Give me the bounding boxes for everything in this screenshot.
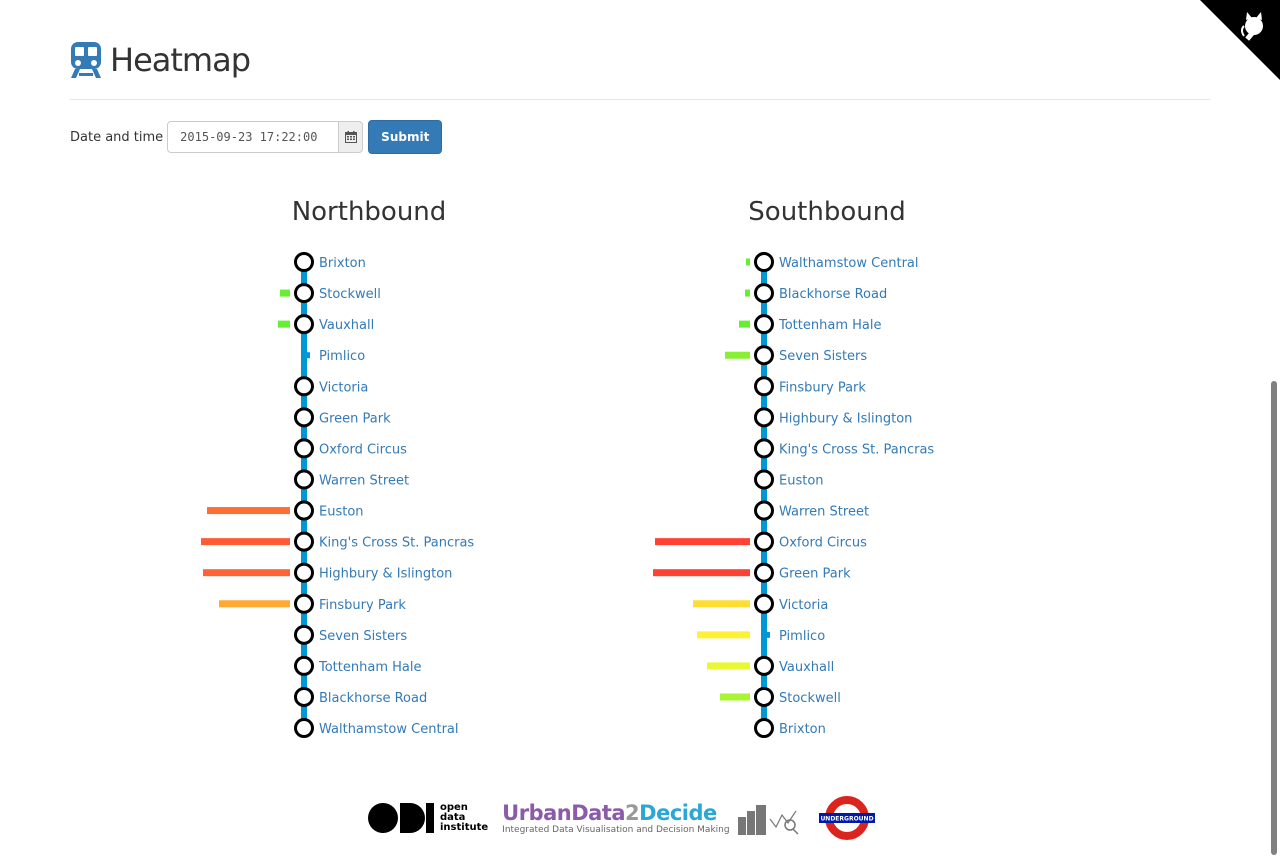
station-tick xyxy=(304,352,310,359)
station-label[interactable]: Warren Street xyxy=(319,473,409,488)
urbandata2decide-logo: UrbanData2Decide Integrated Data Visuali… xyxy=(502,801,729,835)
station-label[interactable]: Euston xyxy=(319,505,364,520)
station-label[interactable]: Victoria xyxy=(319,380,368,395)
station-label[interactable]: Vauxhall xyxy=(779,660,834,675)
heat-bar xyxy=(707,662,750,670)
station-label[interactable]: Brixton xyxy=(319,256,366,271)
station-marker xyxy=(294,531,314,552)
heat-bar xyxy=(278,320,290,328)
heat-bar xyxy=(280,289,290,297)
station-label[interactable]: Walthamstow Central xyxy=(779,256,919,271)
station-marker xyxy=(754,314,774,335)
heat-bar xyxy=(201,538,290,546)
heat-bar xyxy=(745,289,750,297)
station-label[interactable]: Brixton xyxy=(779,722,826,737)
station-marker xyxy=(294,562,314,583)
direction-northbound: Northbound Brixton Stockwell Vauxhall Pimlic… xyxy=(201,197,474,739)
station-label[interactable]: Highbury & Islington xyxy=(319,567,452,582)
direction-southbound: Southbound Walthamstow Central Blackhorse … xyxy=(653,197,934,739)
heat-bar xyxy=(739,320,750,328)
station-marker xyxy=(294,686,314,707)
station-label[interactable]: Green Park xyxy=(779,567,851,582)
direction-title: Northbound xyxy=(292,197,447,227)
station-label[interactable]: Oxford Circus xyxy=(779,536,867,551)
heat-bar xyxy=(207,507,290,515)
odi-text-line: institute xyxy=(440,822,489,833)
station-label[interactable]: Tottenham Hale xyxy=(778,318,881,333)
odi-logo: open data institute xyxy=(368,803,488,833)
station-label[interactable]: Oxford Circus xyxy=(319,442,407,457)
station-marker xyxy=(294,438,314,459)
station-label[interactable]: Warren Street xyxy=(779,505,869,520)
station-marker xyxy=(754,376,774,397)
ud-subtitle: Integrated Data Visualisation and Decisi… xyxy=(502,825,730,835)
station-marker xyxy=(294,624,314,645)
station-marker xyxy=(754,655,774,676)
station-label[interactable]: Green Park xyxy=(319,411,391,426)
station-label[interactable]: Stockwell xyxy=(779,691,841,706)
station-label[interactable]: Euston xyxy=(779,473,824,488)
station-label[interactable]: Walthamstow Central xyxy=(319,722,459,737)
buildings-analytics-icon xyxy=(737,805,799,835)
station-marker xyxy=(294,407,314,428)
page-scrollbar[interactable] xyxy=(1271,381,1277,855)
station-label[interactable]: Pimlico xyxy=(779,629,825,644)
station-marker xyxy=(754,593,774,614)
station-marker xyxy=(754,438,774,459)
heat-bar xyxy=(655,538,750,546)
station-label[interactable]: Finsbury Park xyxy=(779,380,866,395)
direction-title: Southbound xyxy=(748,197,905,227)
ud-title-part: Decide xyxy=(639,801,717,825)
heat-bar xyxy=(653,569,750,577)
station-marker xyxy=(754,718,774,739)
station-label[interactable]: Stockwell xyxy=(319,287,381,302)
station-marker xyxy=(294,500,314,521)
station-marker xyxy=(754,345,774,366)
station-marker xyxy=(754,562,774,583)
station-marker xyxy=(294,718,314,739)
station-label[interactable]: Pimlico xyxy=(319,349,365,364)
heat-bar xyxy=(720,693,750,701)
underground-roundel-icon: UNDERGROUND xyxy=(818,796,875,840)
station-marker xyxy=(294,593,314,614)
station-label[interactable]: Blackhorse Road xyxy=(319,691,427,706)
station-marker xyxy=(294,469,314,490)
footer-logos: open data institute UrbanData2Decide Int… xyxy=(368,795,876,841)
station-marker xyxy=(754,407,774,428)
heat-bar xyxy=(746,258,750,266)
station-label[interactable]: King's Cross St. Pancras xyxy=(779,442,934,457)
station-label[interactable]: King's Cross St. Pancras xyxy=(319,536,474,551)
station-marker xyxy=(754,500,774,521)
underground-text: UNDERGROUND xyxy=(820,816,873,823)
station-marker xyxy=(294,283,314,304)
heat-bar xyxy=(219,600,290,608)
heat-bar xyxy=(203,569,290,577)
ud-title-part: 2 xyxy=(625,801,640,825)
station-marker xyxy=(294,376,314,397)
station-marker xyxy=(754,252,774,272)
station-label[interactable]: Seven Sisters xyxy=(319,629,407,644)
station-label[interactable]: Seven Sisters xyxy=(779,349,867,364)
station-label[interactable]: Highbury & Islington xyxy=(779,411,912,426)
station-marker xyxy=(754,469,774,490)
station-label[interactable]: Vauxhall xyxy=(319,318,374,333)
station-tick xyxy=(764,631,770,638)
station-marker xyxy=(294,655,314,676)
odi-mark-icon xyxy=(368,803,434,833)
heatmap-chart: Northbound Brixton Stockwell Vauxhall Pimlic… xyxy=(201,197,934,739)
station-marker xyxy=(294,314,314,335)
station-label[interactable]: Finsbury Park xyxy=(319,598,406,613)
ud-title-part: UrbanData xyxy=(502,801,626,825)
station-label[interactable]: Victoria xyxy=(779,598,828,613)
station-marker xyxy=(754,531,774,552)
station-marker xyxy=(294,252,314,272)
station-label[interactable]: Tottenham Hale xyxy=(318,660,421,675)
heat-bar xyxy=(693,600,750,608)
station-label[interactable]: Blackhorse Road xyxy=(779,287,887,302)
heat-bar xyxy=(725,351,750,359)
station-marker xyxy=(754,283,774,304)
station-marker xyxy=(754,686,774,707)
heat-bar xyxy=(697,631,750,639)
